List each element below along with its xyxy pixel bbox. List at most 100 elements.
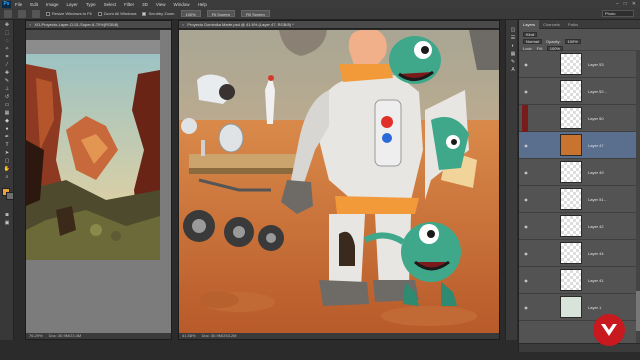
layer-name[interactable]: Layer 1	[588, 305, 601, 310]
swatches-panel-icon[interactable]: ▦	[508, 50, 518, 57]
layer-name[interactable]: Layer 49	[588, 170, 604, 175]
close-tab-icon[interactable]: ×	[182, 22, 184, 27]
document-window-reference[interactable]: × XO-Proyecto-Layer-O-51-Super-8-70%(RGB…	[25, 20, 172, 340]
zoom-in-icon[interactable]	[18, 9, 26, 18]
eyedropper-tool-icon[interactable]: ⁄	[2, 61, 12, 68]
layer-row[interactable]: ◉ Layer 53	[519, 51, 640, 78]
minimize-button[interactable]: –	[616, 1, 619, 7]
close-tab-icon[interactable]: ×	[29, 22, 31, 27]
layer-row[interactable]: ◉ Layer 1	[519, 294, 640, 321]
layer-row[interactable]: ◉ Layer 42	[519, 213, 640, 240]
layer-row[interactable]: ◉ Layer 49	[519, 159, 640, 186]
visibility-eye-icon[interactable]: ◉	[522, 224, 530, 229]
layer-row[interactable]: ◉ Layer 41	[519, 267, 640, 294]
zoom-level[interactable]: 76.29%	[29, 333, 43, 339]
zoom-100-button[interactable]: 100%	[180, 10, 201, 17]
layers-scrollbar[interactable]	[636, 51, 640, 349]
tab-paths[interactable]: Paths	[564, 20, 582, 29]
screen-mode-icon[interactable]: ▣	[2, 219, 12, 226]
visibility-eye-icon[interactable]: ◉	[522, 143, 530, 148]
menu-window[interactable]: Window	[174, 2, 190, 7]
brush-panel-icon[interactable]: ✎	[508, 58, 518, 65]
gradient-tool-icon[interactable]: ▦	[2, 109, 12, 116]
background-color-swatch[interactable]	[6, 192, 14, 200]
crop-tool-icon[interactable]: ⌗	[2, 53, 12, 60]
hand-tool-icon[interactable]: ✋	[2, 165, 12, 172]
close-button[interactable]: ✕	[632, 1, 636, 7]
dodge-tool-icon[interactable]: ●	[2, 125, 12, 132]
history-panel-icon[interactable]: ◫	[508, 26, 518, 33]
visibility-eye-icon[interactable]: ◉	[522, 170, 530, 175]
history-brush-tool-icon[interactable]: ↺	[2, 93, 12, 100]
layer-row-selected[interactable]: ◉ Layer 47	[519, 132, 640, 159]
move-tool-icon[interactable]: ✥	[2, 21, 12, 28]
menu-type[interactable]: Type	[86, 2, 96, 7]
magic-wand-tool-icon[interactable]: ✧	[2, 45, 12, 52]
layer-name[interactable]: Layer 44	[588, 251, 604, 256]
menu-help[interactable]: Help	[198, 2, 207, 7]
maximize-button[interactable]: □	[624, 1, 627, 7]
menu-view[interactable]: View	[156, 2, 166, 7]
layer-filter-kind[interactable]: Kind	[523, 31, 538, 37]
visibility-eye-icon[interactable]: ◉	[522, 62, 530, 67]
layer-name[interactable]: Layer 53	[588, 62, 604, 67]
fill-field[interactable]: 100%	[546, 45, 564, 51]
adjustments-panel-icon[interactable]: ◐	[508, 42, 518, 49]
tab-channels[interactable]: Channels	[539, 20, 564, 29]
pen-tool-icon[interactable]: ✒	[2, 133, 12, 140]
document-tab[interactable]: × XO-Proyecto-Layer-O-51-Super-8-70%(RGB…	[26, 21, 171, 29]
scrubby-zoom-checkbox[interactable]: Scrubby Zoom	[142, 11, 175, 16]
layer-name[interactable]: Layer 41	[588, 278, 604, 283]
menu-layer[interactable]: Layer	[67, 2, 78, 7]
clone-stamp-tool-icon[interactable]: ⊥	[2, 85, 12, 92]
menu-edit[interactable]: Edit	[30, 2, 38, 7]
blend-mode-select[interactable]: Normal	[523, 38, 542, 44]
layer-name[interactable]: Layer 42	[588, 224, 604, 229]
layer-name[interactable]: Layer 47	[588, 143, 604, 148]
checkbox-box[interactable]	[46, 11, 50, 16]
checkbox-box[interactable]	[97, 11, 102, 16]
zoom-tool-icon[interactable]: ⌕	[2, 173, 12, 180]
layer-name[interactable]: Layer 52...	[588, 89, 607, 94]
visibility-eye-icon[interactable]: ◉	[522, 197, 530, 202]
visibility-eye-icon[interactable]: ◉	[522, 278, 530, 283]
visibility-eye-icon[interactable]: ◉	[522, 251, 530, 256]
opacity-field[interactable]: 100%	[564, 38, 581, 44]
healing-tool-icon[interactable]: ✚	[2, 69, 12, 76]
checkbox-box[interactable]	[142, 11, 147, 16]
eraser-tool-icon[interactable]: ▭	[2, 101, 12, 108]
layer-name[interactable]: Layer 50	[588, 116, 604, 121]
menu-select[interactable]: Select	[104, 2, 117, 7]
resize-windows-checkbox[interactable]: Resize Windows to Fit	[46, 11, 92, 16]
shape-tool-icon[interactable]: ▢	[2, 157, 12, 164]
lasso-tool-icon[interactable]: ◌	[2, 37, 12, 44]
zoom-all-checkbox[interactable]: Zoom All Windows	[97, 11, 136, 16]
tab-layers[interactable]: Layers	[519, 19, 540, 29]
astronaut-painting[interactable]	[179, 30, 499, 334]
quick-mask-icon[interactable]: ◙	[2, 211, 12, 218]
layer-row[interactable]: ◉ Layer 44	[519, 240, 640, 267]
layer-row[interactable]: ◉ Layer 52...	[519, 78, 640, 105]
layer-row[interactable]: ◉ Layer 51...	[519, 186, 640, 213]
path-selection-tool-icon[interactable]: ➤	[2, 149, 12, 156]
properties-panel-icon[interactable]: ☰	[508, 34, 518, 41]
character-panel-icon[interactable]: A	[508, 66, 518, 73]
layer-name[interactable]: Layer 51...	[588, 197, 607, 202]
marquee-tool-icon[interactable]: ⬚	[2, 29, 12, 36]
zoom-out-icon[interactable]	[32, 9, 40, 18]
layer-row[interactable]: Layer 50	[519, 105, 640, 132]
fill-screen-button[interactable]: Fill Screen	[240, 10, 270, 17]
visibility-eye-icon[interactable]: ◉	[522, 305, 530, 310]
visibility-eye-icon[interactable]: ◉	[522, 89, 530, 94]
document-tab[interactable]: × Proyecto Dominika Marte.psd @ 41.6% (L…	[179, 21, 499, 29]
zoom-tool-icon[interactable]	[4, 9, 12, 18]
scrollbar-thumb[interactable]	[636, 291, 640, 331]
type-tool-icon[interactable]: T	[2, 141, 12, 148]
fit-screen-button[interactable]: Fit Screen	[206, 10, 235, 17]
menu-file[interactable]: File	[15, 2, 22, 7]
workspace-select[interactable]: Photo	[602, 10, 634, 17]
menu-image[interactable]: Image	[46, 2, 59, 7]
zoom-level[interactable]: 41.58%	[182, 333, 196, 339]
brush-tool-icon[interactable]: ✎	[2, 77, 12, 84]
blur-tool-icon[interactable]: ◆	[2, 117, 12, 124]
